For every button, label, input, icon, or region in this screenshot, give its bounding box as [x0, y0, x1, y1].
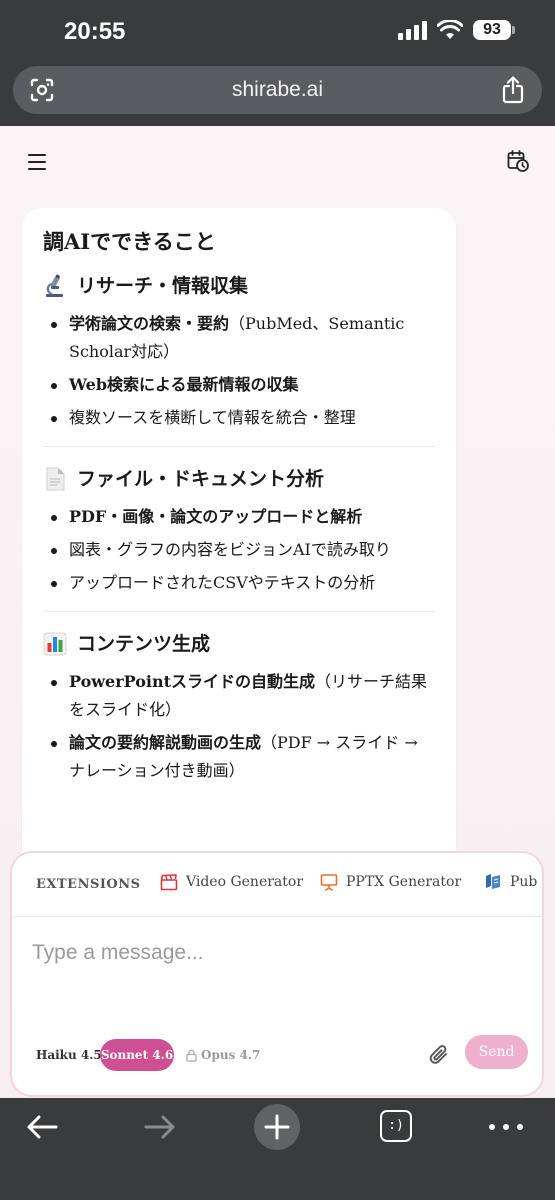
paperclip-icon[interactable] [428, 1043, 450, 1067]
cellular-signal-icon [398, 20, 427, 40]
microscope-icon [46, 274, 63, 297]
message-content: 調AIでできること リサーチ・情報収集 学術論文の検索・要約（PubMed、Se… [43, 226, 435, 790]
section-title: リサーチ・情報収集 [77, 275, 249, 297]
battery-indicator: 93 [473, 20, 515, 40]
list-item: 学術論文の検索・要約（PubMed、Semantic Scholar対応） [43, 310, 435, 366]
composer-actions: Haiku 4.5 Sonnet 4.6 Opus 4.7 Send [12, 1035, 542, 1079]
extension-pub[interactable]: Pub [484, 873, 537, 891]
wifi-icon [437, 20, 463, 39]
section-divider [43, 446, 435, 447]
section-list: 学術論文の検索・要約（PubMed、Semantic Scholar対応） We… [43, 310, 435, 432]
book-icon [486, 874, 500, 889]
model-option-opus-locked[interactable]: Opus 4.7 [186, 1039, 260, 1071]
section-heading-file-analysis: ファイル・ドキュメント分析 [43, 465, 435, 493]
list-item: Web検索による最新情報の収集 [43, 371, 435, 399]
page-header [0, 126, 555, 198]
browser-bottom-toolbar: :) [0, 1098, 555, 1200]
assistant-message-card: 調AIでできること リサーチ・情報収集 学術論文の検索・要約（PubMed、Se… [22, 208, 456, 928]
extensions-label: EXTENSIONS [36, 877, 141, 892]
list-item: PDF・画像・論文のアップロードと解析 [43, 503, 435, 531]
presentation-icon [320, 874, 338, 891]
address-bar[interactable]: shirabe.ai [13, 66, 542, 114]
extension-video-generator[interactable]: Video Generator [160, 873, 303, 891]
list-item: 論文の要約解説動画の生成（PDF → スライド → ナレーション付き動画） [43, 729, 435, 785]
extension-pptx-generator[interactable]: PPTX Generator [320, 873, 461, 891]
section-divider [43, 611, 435, 612]
bar-chart-icon [43, 632, 67, 656]
send-button[interactable]: Send [465, 1035, 528, 1069]
message-title: 調AIでできること [43, 229, 216, 254]
url-text[interactable]: shirabe.ai [13, 78, 542, 102]
list-item: PowerPointスライドの自動生成（リサーチ結果をスライド化） [43, 668, 435, 724]
model-option-sonnet-selected[interactable]: Sonnet 4.6 [100, 1039, 174, 1071]
clapperboard-icon [160, 874, 178, 891]
list-item: 図表・グラフの内容をビジョンAIで読み取り [43, 536, 435, 564]
section-list: PowerPointスライドの自動生成（リサーチ結果をスライド化） 論文の要約解… [43, 668, 435, 785]
status-icons: 93 [398, 20, 515, 40]
plus-icon [264, 1114, 290, 1140]
model-label: Opus 4.7 [201, 1048, 261, 1062]
forward-arrow-icon[interactable] [138, 1110, 182, 1144]
calendar-clock-icon[interactable] [507, 150, 529, 172]
extensions-bar: EXTENSIONS Video Generator PPTX Generato… [12, 853, 542, 917]
share-icon[interactable] [500, 76, 526, 104]
new-tab-button[interactable] [254, 1104, 300, 1150]
section-list: PDF・画像・論文のアップロードと解析 図表・グラフの内容をビジョンAIで読み取… [43, 503, 435, 597]
lock-icon [186, 1049, 197, 1062]
model-option-haiku[interactable]: Haiku 4.5 [36, 1039, 102, 1071]
more-options-icon[interactable] [486, 1114, 526, 1140]
back-arrow-icon[interactable] [20, 1110, 64, 1144]
battery-tip [512, 26, 515, 34]
section-title: ファイル・ドキュメント分析 [77, 468, 325, 490]
message-input[interactable] [32, 933, 522, 973]
menu-icon[interactable] [28, 154, 46, 170]
battery-level: 93 [473, 20, 511, 40]
section-heading-research: リサーチ・情報収集 [43, 272, 435, 300]
tabs-button[interactable]: :) [380, 1110, 412, 1142]
section-heading-content-generation: コンテンツ生成 [43, 630, 435, 658]
browser-top-chrome: 20:55 93 shirabe.ai [0, 0, 555, 126]
web-page: 調AIでできること リサーチ・情報収集 学術論文の検索・要約（PubMed、Se… [0, 126, 555, 1098]
list-item: 複数ソースを横断して情報を統合・整理 [43, 404, 435, 432]
document-icon [46, 467, 65, 491]
status-time: 20:55 [64, 18, 126, 45]
message-composer: EXTENSIONS Video Generator PPTX Generato… [10, 851, 544, 1097]
list-item: アップロードされたCSVやテキストの分析 [43, 569, 435, 597]
section-title: コンテンツ生成 [77, 633, 211, 655]
